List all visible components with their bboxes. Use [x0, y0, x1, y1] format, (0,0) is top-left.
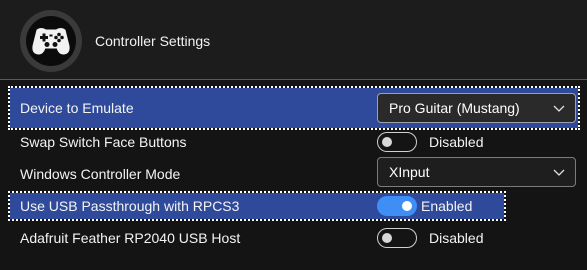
toggle-state-text: Disabled	[429, 230, 484, 246]
select-value: Pro Guitar (Mustang)	[389, 100, 520, 116]
toggle-knob	[382, 136, 392, 147]
setting-label: Swap Switch Face Buttons	[20, 134, 187, 150]
gamepad-icon	[32, 28, 70, 55]
toggle-knob	[382, 232, 392, 243]
setting-label: Adafruit Feather RP2040 USB Host	[20, 230, 241, 246]
windows-controller-mode-select[interactable]: XInput	[377, 157, 576, 187]
usb-passthrough-toggle[interactable]	[377, 196, 417, 216]
swap-switch-face-buttons-toggle[interactable]	[377, 132, 417, 152]
controller-avatar	[20, 10, 82, 72]
setting-row-usb-passthrough[interactable]: Use USB Passthrough with RPCS3 Enabled	[8, 191, 506, 221]
setting-row-swap-switch-face-buttons: Swap Switch Face Buttons Disabled	[10, 131, 578, 153]
divider	[0, 79, 587, 80]
adafruit-usb-host-toggle[interactable]	[377, 228, 417, 248]
toggle-state-text: Enabled	[421, 198, 473, 214]
toggle-state-text: Disabled	[429, 134, 484, 150]
toggle-knob	[402, 200, 412, 211]
setting-row-windows-controller-mode: Windows Controller Mode XInput	[10, 156, 578, 190]
device-to-emulate-select[interactable]: Pro Guitar (Mustang)	[377, 93, 576, 123]
setting-label: Windows Controller Mode	[20, 166, 181, 182]
header: Controller Settings	[0, 0, 587, 79]
select-value: XInput	[389, 164, 430, 180]
setting-label: Use USB Passthrough with RPCS3	[20, 198, 240, 214]
setting-row-device-to-emulate[interactable]: Device to Emulate Pro Guitar (Mustang)	[8, 86, 580, 130]
chevron-down-icon	[553, 105, 565, 112]
setting-row-adafruit-feather-usb-host: Adafruit Feather RP2040 USB Host Disable…	[10, 227, 578, 249]
page-title: Controller Settings	[95, 33, 211, 49]
chevron-down-icon	[553, 169, 565, 176]
setting-label: Device to Emulate	[20, 100, 134, 116]
